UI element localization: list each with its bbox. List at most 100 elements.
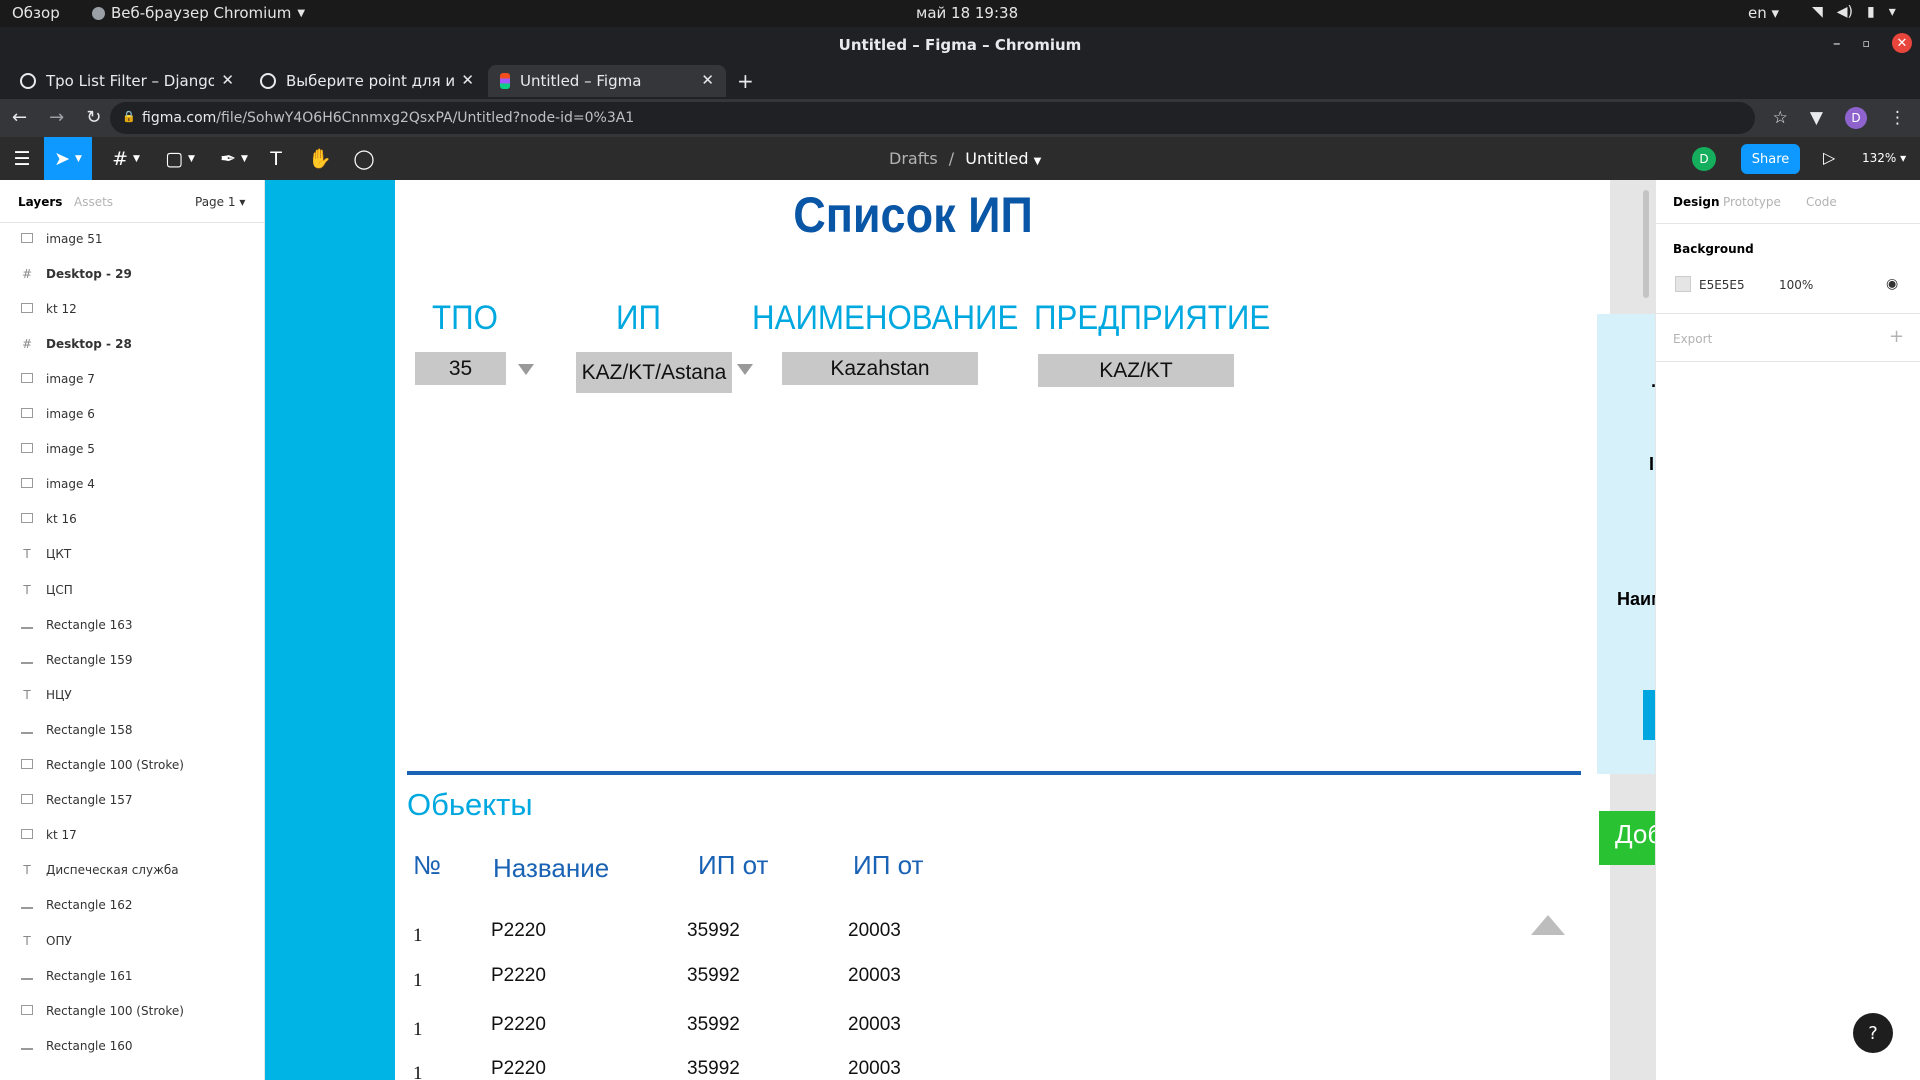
layer-item[interactable]: # Desktop - 28 [0,326,264,361]
user-avatar[interactable]: D [1692,147,1716,171]
layer-item[interactable]: Rectangle 100 (Stroke) [0,993,264,1028]
close-tab-icon[interactable]: ✕ [701,71,714,89]
layer-item[interactable]: image 5 [0,432,264,467]
eye-icon[interactable]: ◉ [1886,276,1898,292]
layer-item[interactable]: Rectangle 160 [0,1028,264,1063]
layer-item[interactable]: Rectangle 163 [0,607,264,642]
breadcrumb-drafts[interactable]: Drafts [889,149,938,168]
close-tab-icon[interactable]: ✕ [221,71,234,89]
layer-item[interactable]: T ЦСП [0,572,264,607]
filter-tpo[interactable]: 35 [415,352,506,385]
layer-item[interactable]: T НЦУ [0,677,264,712]
layer-label: Rectangle 161 [46,968,133,983]
layer-label: ЦКТ [46,547,72,562]
bookmark-star-icon[interactable]: ☆ [1773,108,1788,128]
url-bar[interactable]: 🔒 figma.com/file/SohwY4O6H6Cnnmxg2QsxPA/… [110,102,1755,134]
tab-code[interactable]: Code [1806,195,1837,209]
chevron-down-icon[interactable]: ▼ [1034,156,1042,167]
layer-item[interactable]: image 4 [0,467,264,502]
language-indicator[interactable]: en ▾ [1748,4,1779,22]
help-button[interactable]: ? [1853,1013,1893,1053]
layer-item[interactable]: kt 12 [0,291,264,326]
share-button[interactable]: Share [1741,144,1800,174]
table-cell: P2220 [491,965,546,986]
shape-tool[interactable]: ▢ ▼ [160,137,200,180]
clock[interactable]: май 18 19:38 [916,4,1018,22]
page-title: Список ИП [793,187,1033,243]
design-panel: Design Prototype Code Background E5E5E5 … [1655,180,1920,1080]
add-button[interactable]: Доб [1599,811,1655,865]
hand-tool[interactable]: ✋ [308,137,332,180]
layer-item[interactable]: kt 16 [0,502,264,537]
minimize-icon[interactable]: – [1833,34,1841,52]
layer-item[interactable]: Rectangle 100 (Stroke) [0,748,264,783]
reload-icon[interactable]: ↻ [86,107,101,128]
close-window-icon[interactable]: ✕ [1892,33,1912,53]
present-play-icon[interactable]: ▷ [1823,148,1835,167]
tab-assets[interactable]: Assets [74,195,113,209]
layer-item[interactable]: Rectangle 157 [0,783,264,818]
maximize-icon[interactable]: ▫ [1863,37,1870,50]
layer-item[interactable]: image 6 [0,397,264,432]
activities-button[interactable]: Обзор [12,4,60,22]
layer-label: Rectangle 163 [46,617,133,632]
main-menu-icon[interactable]: ☰ [10,137,34,180]
layer-item[interactable]: kt 17 [0,818,264,853]
header-name: НАИМЕНОВАНИЕ [752,299,1019,337]
frame-blue-sidebar[interactable] [265,180,395,1080]
layer-item[interactable]: image 51 [0,221,264,256]
tab-django[interactable]: Tpo List Filter – Django RE ✕ [8,65,246,97]
tab-point[interactable]: Выберите point для измен ✕ [248,65,486,97]
close-tab-icon[interactable]: ✕ [461,71,474,89]
frame-desktop[interactable]: Список ИП ТПО ИП НАИМЕНОВАНИЕ ПРЕДПРИЯТИ… [395,180,1610,1080]
tab-layers[interactable]: Layers [18,195,62,209]
move-tool[interactable]: ➤ ▼ [44,137,92,180]
layer-item[interactable]: T Диспеческая служба [0,853,264,888]
scroll-up-triangle-icon[interactable] [1531,915,1565,935]
chevron-down-icon[interactable] [737,364,753,375]
app-menu[interactable]: Веб-браузер Chromium ▼ [92,4,305,22]
rectangle-icon [20,1004,34,1018]
chevron-down-icon[interactable] [518,364,534,375]
layer-item[interactable]: image 7 [0,361,264,396]
file-name[interactable]: Untitled [965,149,1028,168]
filter-enterprise[interactable]: KAZ/KT [1038,354,1234,387]
tab-prototype[interactable]: Prototype [1723,195,1781,209]
layer-item[interactable]: T ЦКТ [0,537,264,572]
frame-right-partial[interactable]: · I Наим [1597,314,1655,774]
layer-item[interactable]: Rectangle 158 [0,712,264,747]
back-icon[interactable]: ← [12,107,27,128]
line-icon [20,969,34,983]
extension-icon[interactable]: ▼ [1810,108,1823,128]
pen-tool[interactable]: ✒ ▼ [214,137,254,180]
layer-item[interactable]: Rectangle 161 [0,958,264,993]
add-export-icon[interactable]: + [1889,326,1904,347]
canvas-scrollbar[interactable] [1643,190,1649,298]
page-selector[interactable]: Page 1 ▾ [195,195,245,209]
layer-item[interactable]: T ОПУ [0,923,264,958]
tab-figma[interactable]: Untitled – Figma ✕ [488,65,726,97]
layer-item[interactable]: # Desktop - 29 [0,256,264,291]
background-opacity[interactable]: 100% [1779,278,1813,292]
tab-design[interactable]: Design [1673,195,1720,209]
blue-button-partial[interactable] [1643,690,1655,740]
frame-tool[interactable]: # ▼ [106,137,146,180]
menu-kebab-icon[interactable]: ⋮ [1889,108,1906,128]
zoom-dropdown[interactable]: 132% ▾ [1862,151,1906,165]
background-swatch[interactable] [1675,276,1691,292]
text-tool[interactable]: T [264,137,288,180]
filter-name[interactable]: Kazahstan [782,352,978,385]
comment-tool[interactable]: ◯ [352,137,376,180]
layer-label: Rectangle 159 [46,652,133,667]
layer-item[interactable]: Rectangle 162 [0,888,264,923]
url-path: /file/SohwY4O6H6Cnnmxg2QsxPA/Untitled?no… [216,110,635,126]
table-cell: 20003 [848,920,901,941]
filter-ip[interactable]: KAZ/KT/Astana [576,352,732,393]
profile-avatar[interactable]: D [1845,107,1867,129]
layer-item[interactable]: Rectangle 159 [0,642,264,677]
system-tray[interactable]: ◥ ◀) ▮ ▾ [1812,4,1896,20]
design-canvas[interactable]: Список ИП ТПО ИП НАИМЕНОВАНИЕ ПРЕДПРИЯТИ… [265,180,1655,1080]
new-tab-icon[interactable]: + [737,69,754,93]
forward-icon[interactable]: → [49,107,64,128]
background-hex[interactable]: E5E5E5 [1699,278,1745,292]
